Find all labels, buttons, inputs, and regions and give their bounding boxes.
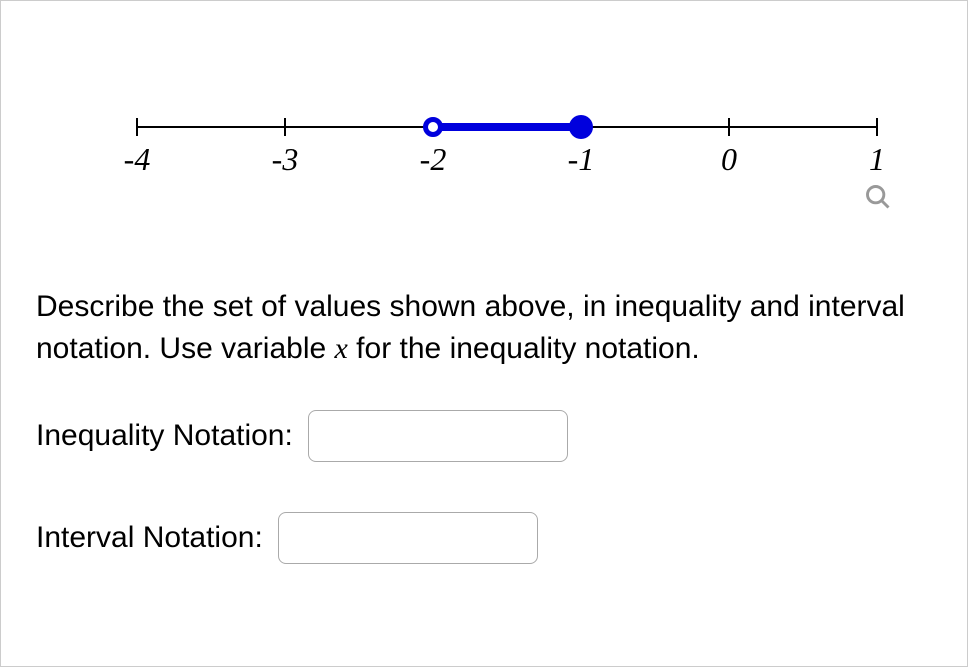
tick-label: -2: [420, 141, 447, 178]
tick-label: -4: [124, 141, 151, 178]
closed-endpoint: [569, 115, 593, 139]
question-part2: for the inequality notation.: [348, 332, 700, 365]
magnifier-icon[interactable]: [864, 183, 892, 216]
open-endpoint: [423, 117, 443, 137]
number-line-graph: -4 -3 -2 -1 0 1: [46, 86, 926, 236]
tick-mark: [136, 118, 138, 136]
tick-label: -1: [568, 141, 595, 178]
question-variable: x: [335, 332, 348, 365]
tick-mark: [284, 118, 286, 136]
inequality-input[interactable]: [308, 410, 568, 462]
tick-mark: [728, 118, 730, 136]
tick-label: 0: [721, 141, 737, 178]
interval-label: Interval Notation:: [36, 521, 263, 555]
inequality-row: Inequality Notation:: [36, 410, 932, 462]
inequality-label: Inequality Notation:: [36, 419, 293, 453]
tick-label: -3: [272, 141, 299, 178]
interval-segment: [433, 123, 581, 131]
tick-label: 1: [869, 141, 885, 178]
interval-input[interactable]: [278, 512, 538, 564]
tick-mark: [876, 118, 878, 136]
interval-row: Interval Notation:: [36, 512, 932, 564]
question-text: Describe the set of values shown above, …: [36, 286, 932, 370]
